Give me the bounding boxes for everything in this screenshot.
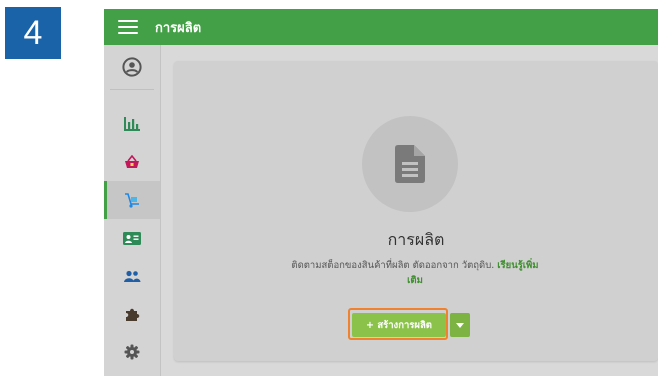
empty-state-illustration: [362, 116, 458, 212]
empty-state-title: การผลิต: [387, 230, 445, 249]
sidebar-item-settings[interactable]: [104, 333, 160, 371]
sidebar: [104, 45, 161, 376]
bar-chart-icon: [124, 117, 140, 131]
sidebar-divider: [110, 89, 154, 90]
create-options-dropdown[interactable]: [450, 313, 470, 337]
description-text: ติดตามสต็อกของสินค้าที่ผลิต ตัดออกจาก วั…: [291, 260, 495, 271]
contact-card-icon: [123, 231, 141, 245]
sidebar-item-reports[interactable]: [104, 105, 160, 143]
sidebar-item-team[interactable]: [104, 257, 160, 295]
page-title: การผลิต: [155, 20, 202, 36]
sidebar-item-addons[interactable]: [104, 295, 160, 333]
caret-down-icon: [456, 322, 464, 328]
document-icon: [395, 145, 425, 183]
sidebar-item-production[interactable]: [104, 181, 160, 219]
top-bar: การผลิต: [104, 9, 658, 45]
gear-icon: [124, 344, 140, 360]
users-icon: [124, 270, 141, 282]
create-production-button[interactable]: + สร้างการผลิต: [352, 313, 446, 337]
shopping-basket-icon: [125, 155, 139, 168]
sidebar-item-contacts[interactable]: [104, 219, 160, 257]
sidebar-item-profile[interactable]: [104, 48, 160, 86]
hamburger-menu-icon[interactable]: [118, 20, 138, 34]
empty-state-card: การผลิต ติดตามสต็อกของสินค้าที่ผลิต ตัดอ…: [174, 61, 658, 361]
puzzle-icon: [126, 308, 140, 321]
user-circle-icon: [122, 57, 142, 77]
step-number-badge: 4: [5, 7, 61, 59]
app-window: การผลิต การผลิต ติดตามสต็อกของสินค้าที่ผ…: [104, 9, 658, 376]
empty-state-description: ติดตามสต็อกของสินค้าที่ผลิต ตัดออกจาก วั…: [284, 258, 546, 288]
hand-truck-icon: [125, 193, 139, 208]
sidebar-item-sales[interactable]: [104, 143, 160, 181]
